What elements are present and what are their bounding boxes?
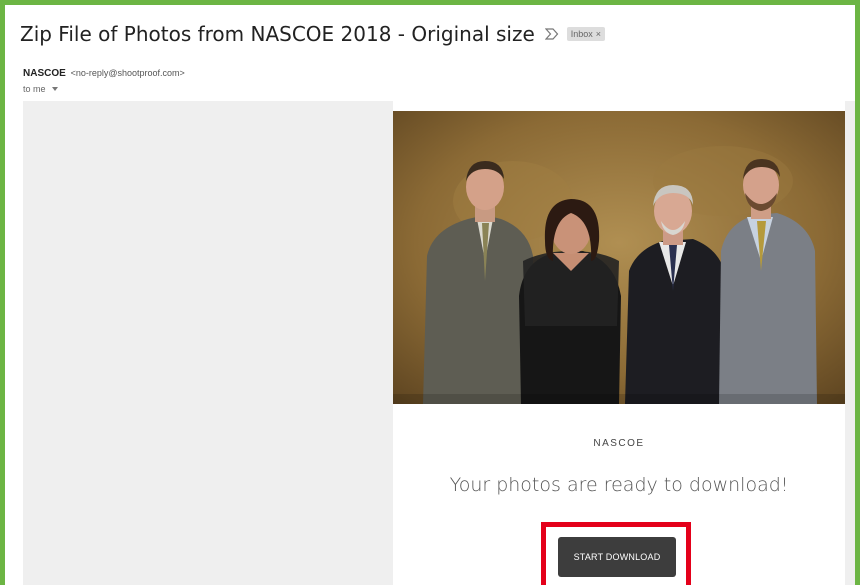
recipient-details-toggle[interactable]: to me [23,84,58,94]
inbox-label-text: Inbox [570,29,593,39]
screenshot-frame: Zip File of Photos from NASCOE 2018 - Or… [0,0,860,585]
start-download-button[interactable]: START DOWNLOAD [558,537,676,577]
email-subject: Zip File of Photos from NASCOE 2018 - Or… [20,22,535,46]
recipient-label: to me [23,84,46,94]
sender-email: <no-reply@shootproof.com> [70,68,185,78]
card-headline: Your photos are ready to download! [449,474,789,496]
email-subject-row: Zip File of Photos from NASCOE 2018 - Or… [20,19,606,49]
label-remove-icon[interactable]: × [596,29,601,39]
card-brand-name: NASCOE [593,438,645,449]
group-photo [393,111,845,404]
sender-name[interactable]: NASCOE [23,68,66,79]
inbox-label-chip[interactable]: Inbox × [566,27,606,41]
email-body: NASCOE Your photos are ready to download… [23,101,855,585]
sender-row: NASCOE <no-reply@shootproof.com> [23,68,185,79]
chevron-down-icon[interactable] [51,87,58,91]
important-marker-icon[interactable] [544,27,559,41]
email-card: NASCOE Your photos are ready to download… [393,101,845,585]
